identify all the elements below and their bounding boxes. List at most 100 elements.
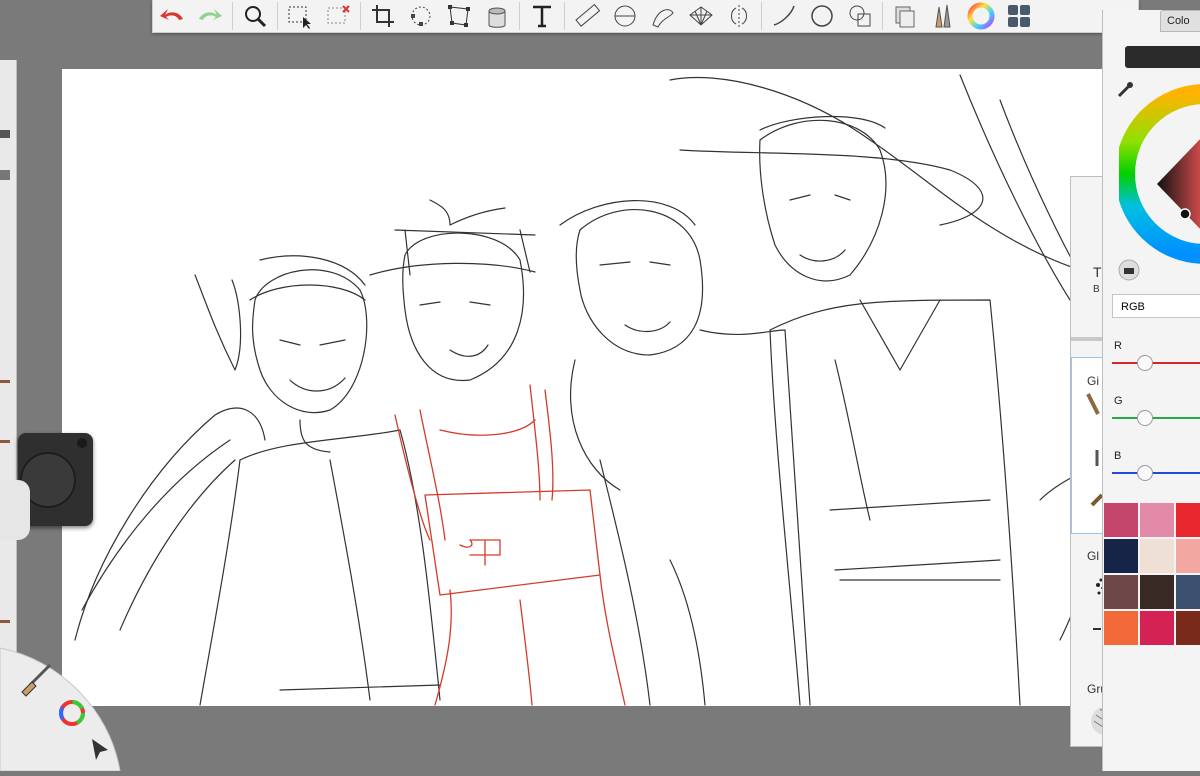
sketch-stroke [599, 459, 651, 706]
brush-icon[interactable] [1086, 392, 1100, 418]
sketch-stroke [799, 249, 846, 262]
sketch-stroke [829, 499, 1001, 581]
sketch-stroke [570, 359, 621, 491]
color-icon[interactable] [966, 1, 996, 31]
sketch-stroke [279, 684, 441, 691]
french-curve-icon[interactable] [648, 1, 678, 31]
toolbar-divider [277, 2, 278, 30]
sketch-stroke [759, 119, 887, 282]
drawing-canvas[interactable] [62, 69, 1102, 706]
sketch-stroke [669, 77, 1081, 271]
sketch-stroke [279, 339, 346, 346]
color-history-icon[interactable] [1117, 258, 1141, 282]
green-slider-track[interactable] [1112, 417, 1200, 419]
layout-icon[interactable] [1004, 1, 1034, 31]
brush-set-subtitle: B [1093, 284, 1100, 295]
main-toolbar [152, 0, 1139, 33]
color-swatch[interactable] [1104, 539, 1138, 573]
sketch-stroke [74, 407, 266, 641]
shape-icon[interactable] [807, 1, 837, 31]
sketch-stroke [679, 149, 984, 226]
crop-icon[interactable] [368, 1, 398, 31]
symmetry-icon[interactable] [724, 1, 754, 31]
ruler-icon[interactable] [572, 1, 602, 31]
sketch-stroke [289, 377, 346, 392]
color-panel-tab[interactable]: Colo [1160, 10, 1200, 32]
sketch-stroke [624, 321, 671, 332]
sketch-stroke [859, 299, 941, 371]
color-editor-panel [1102, 10, 1200, 771]
color-swatch[interactable] [1176, 503, 1200, 537]
brush-tip-icon[interactable] [0, 440, 10, 443]
toolbar-divider [519, 2, 520, 30]
brush-library-panel: T B Gi Gl [1070, 176, 1106, 747]
color-swatch[interactable] [1176, 539, 1200, 573]
slider-label: B [1114, 450, 1122, 462]
blue-slider-knob[interactable] [1137, 465, 1153, 481]
green-slider-knob[interactable] [1137, 410, 1153, 426]
select-icon[interactable] [285, 1, 315, 31]
tool-icon[interactable] [0, 130, 10, 138]
lasso-select-icon[interactable] [323, 1, 353, 31]
puck-handle[interactable] [0, 480, 30, 540]
sketch-stroke [434, 589, 452, 706]
sketch-stroke [402, 232, 525, 381]
sketch-stroke [369, 262, 536, 276]
color-swatch[interactable] [1140, 503, 1174, 537]
sketch-stroke [575, 209, 704, 356]
toolbar-divider [232, 2, 233, 30]
brush-icon[interactable] [1092, 448, 1102, 468]
color-swatch[interactable] [1104, 503, 1138, 537]
ellipse-guide-icon[interactable] [610, 1, 640, 31]
stroke-icon[interactable] [769, 1, 799, 31]
color-swatch-grid [1104, 503, 1200, 645]
distort-icon[interactable] [444, 1, 474, 31]
text-icon[interactable] [527, 1, 557, 31]
color-swatch[interactable] [1104, 611, 1138, 645]
layers-icon[interactable] [890, 1, 920, 31]
sketch-stroke [249, 284, 366, 301]
slider-label: G [1114, 395, 1123, 407]
color-swatch[interactable] [1140, 539, 1174, 573]
sketch-stroke [669, 559, 706, 706]
brush-tip-icon[interactable] [0, 380, 10, 383]
redo-icon[interactable] [195, 1, 225, 31]
current-color-swatch[interactable] [1125, 46, 1200, 68]
transform-icon[interactable] [406, 1, 436, 31]
lagoon-menu [0, 640, 140, 772]
color-swatch[interactable] [1140, 575, 1174, 609]
sketch-stroke [81, 439, 231, 611]
sketch-stroke [699, 329, 811, 706]
sketch-stroke [834, 359, 871, 521]
color-wheel[interactable] [1119, 84, 1200, 264]
tool-icon[interactable] [0, 170, 10, 180]
color-swatch[interactable] [1176, 611, 1200, 645]
color-swatch[interactable] [1140, 611, 1174, 645]
sketch-stroke [299, 419, 331, 453]
sketch-stroke [544, 389, 554, 501]
brush-set-selected[interactable]: Gi [1071, 357, 1106, 534]
fill-icon[interactable] [482, 1, 512, 31]
perspective-icon[interactable] [686, 1, 716, 31]
sketch-stroke [769, 329, 801, 706]
undo-icon[interactable] [157, 1, 187, 31]
slider-label: R [1114, 340, 1122, 352]
brushes-icon[interactable] [928, 1, 958, 31]
toolbar-divider [360, 2, 361, 30]
sketch-stroke [469, 539, 501, 566]
color-swatch[interactable] [1176, 575, 1200, 609]
red-slider-knob[interactable] [1137, 355, 1153, 371]
sketch-stroke [759, 115, 886, 131]
blue-slider-track[interactable] [1112, 472, 1200, 474]
sketch-stroke [449, 344, 489, 357]
red-slider-track[interactable] [1112, 362, 1200, 364]
color-mode-select[interactable]: RGB [1112, 294, 1200, 318]
sketch-stroke [424, 489, 601, 596]
color-swatch[interactable] [1104, 575, 1138, 609]
shape-combine-icon[interactable] [845, 1, 875, 31]
sketch-stroke [519, 599, 533, 706]
sketch-stroke [459, 539, 473, 548]
sketch-stroke [529, 384, 541, 501]
zoom-icon[interactable] [240, 1, 270, 31]
brush-tip-icon[interactable] [0, 620, 10, 623]
